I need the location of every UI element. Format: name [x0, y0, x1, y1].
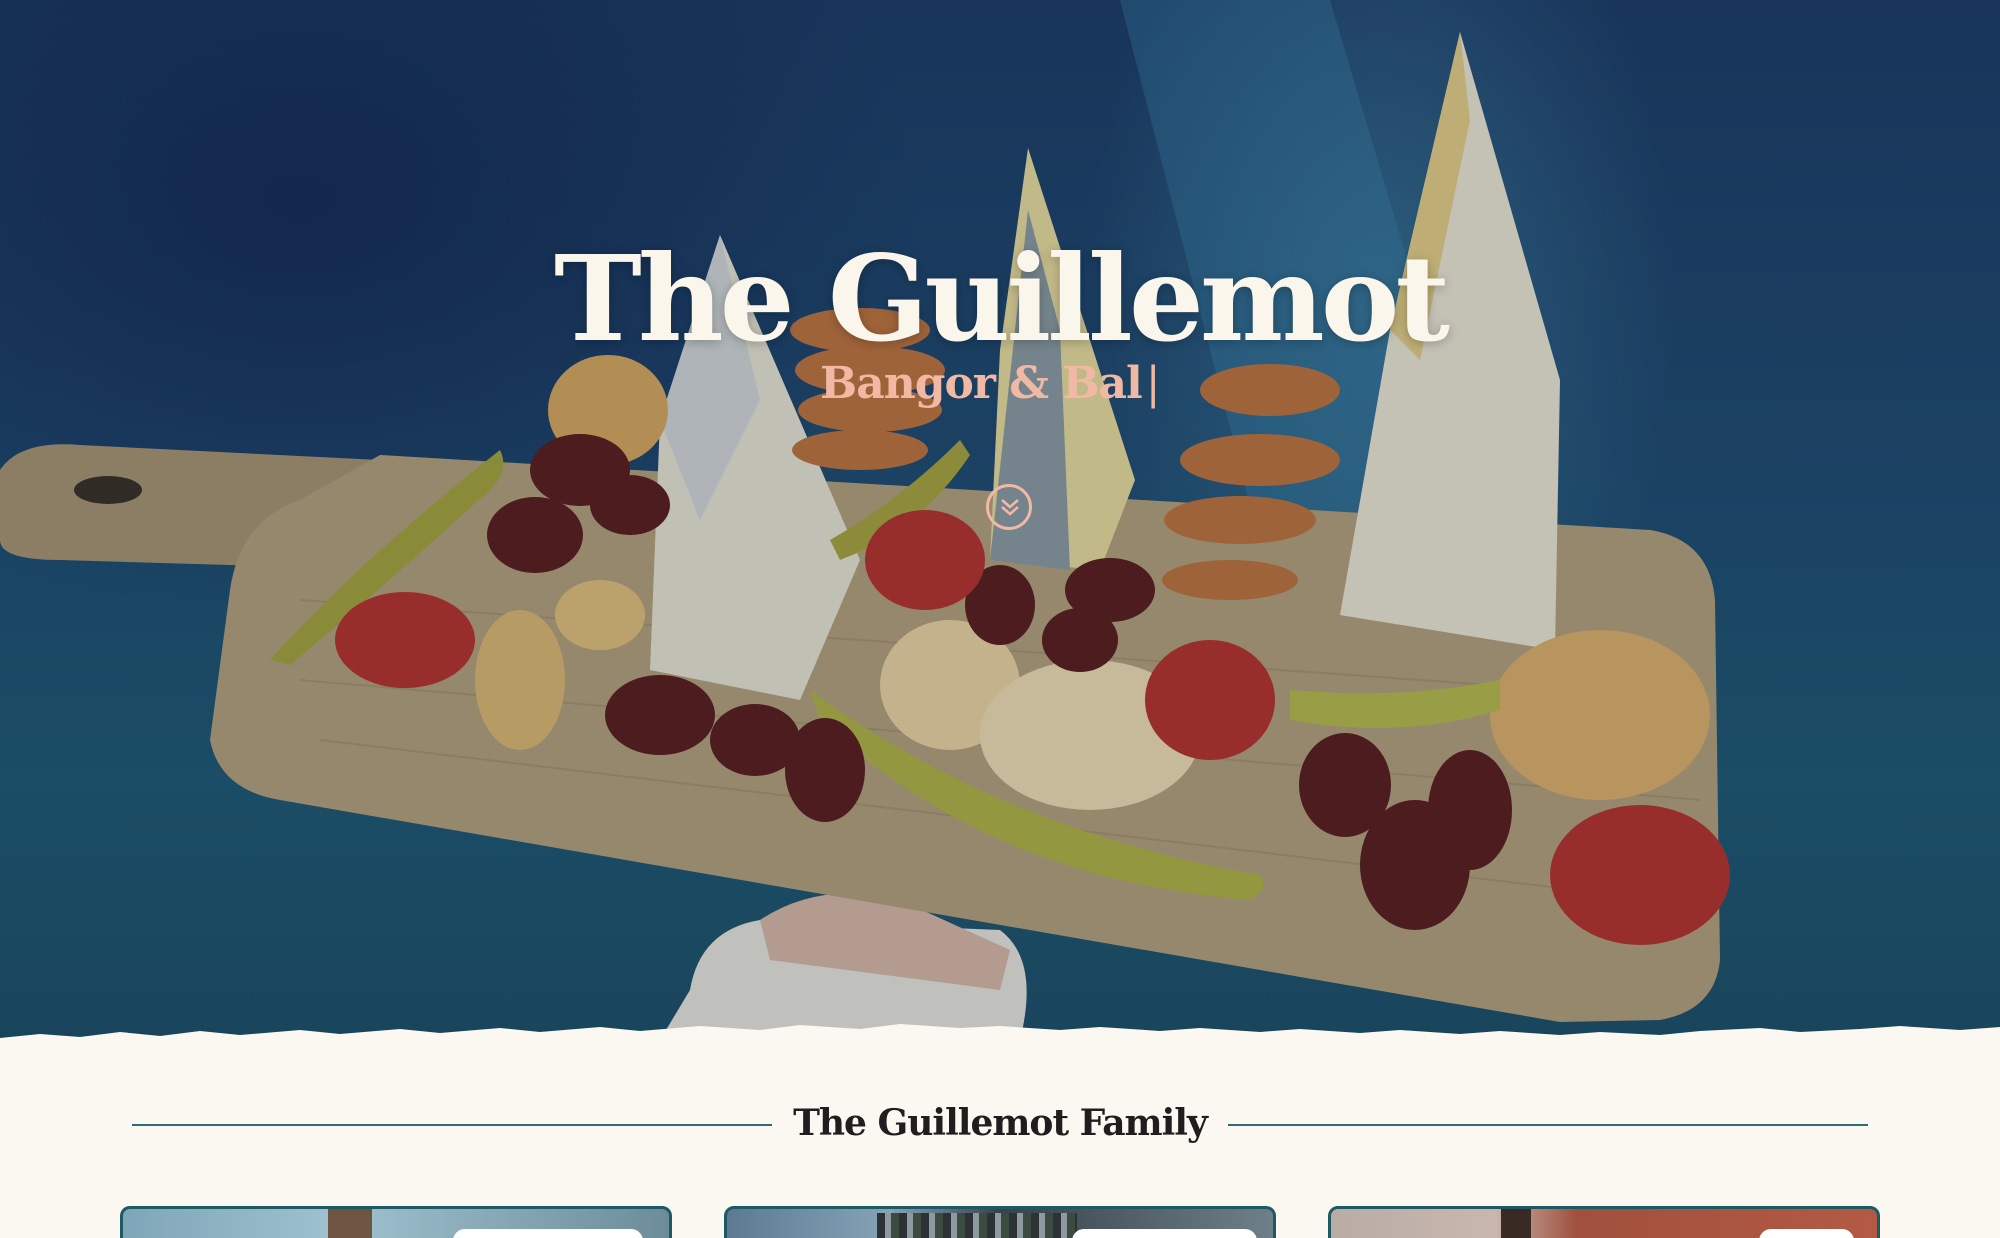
venue-card-label — [1072, 1229, 1257, 1238]
card-photo-detail — [877, 1213, 1077, 1238]
heading-rule-right — [1228, 1124, 1868, 1126]
scroll-down-button[interactable] — [986, 484, 1032, 530]
location-typewriter: Bangor & Bal| — [820, 362, 1161, 406]
venue-card-2[interactable] — [724, 1206, 1276, 1238]
double-chevron-down-icon — [1001, 499, 1019, 516]
venue-card-3[interactable] — [1328, 1206, 1880, 1238]
venue-card-label — [453, 1229, 643, 1238]
torn-paper-edge — [0, 1024, 2000, 1048]
hero-banner: The Guillemot Bangor & Bal| — [0, 0, 2000, 1040]
card-photo-detail — [328, 1209, 372, 1238]
section-heading-row: The Guillemot Family — [132, 1102, 1868, 1152]
card-photo-detail — [1501, 1209, 1531, 1238]
section-heading: The Guillemot Family — [793, 1102, 1208, 1144]
typing-caret: | — [1145, 358, 1161, 409]
venue-card-label — [1759, 1229, 1854, 1238]
location-text: Bangor & Bal — [820, 358, 1143, 409]
venue-card-1[interactable] — [120, 1206, 672, 1238]
site-title: The Guillemot — [554, 229, 1450, 368]
